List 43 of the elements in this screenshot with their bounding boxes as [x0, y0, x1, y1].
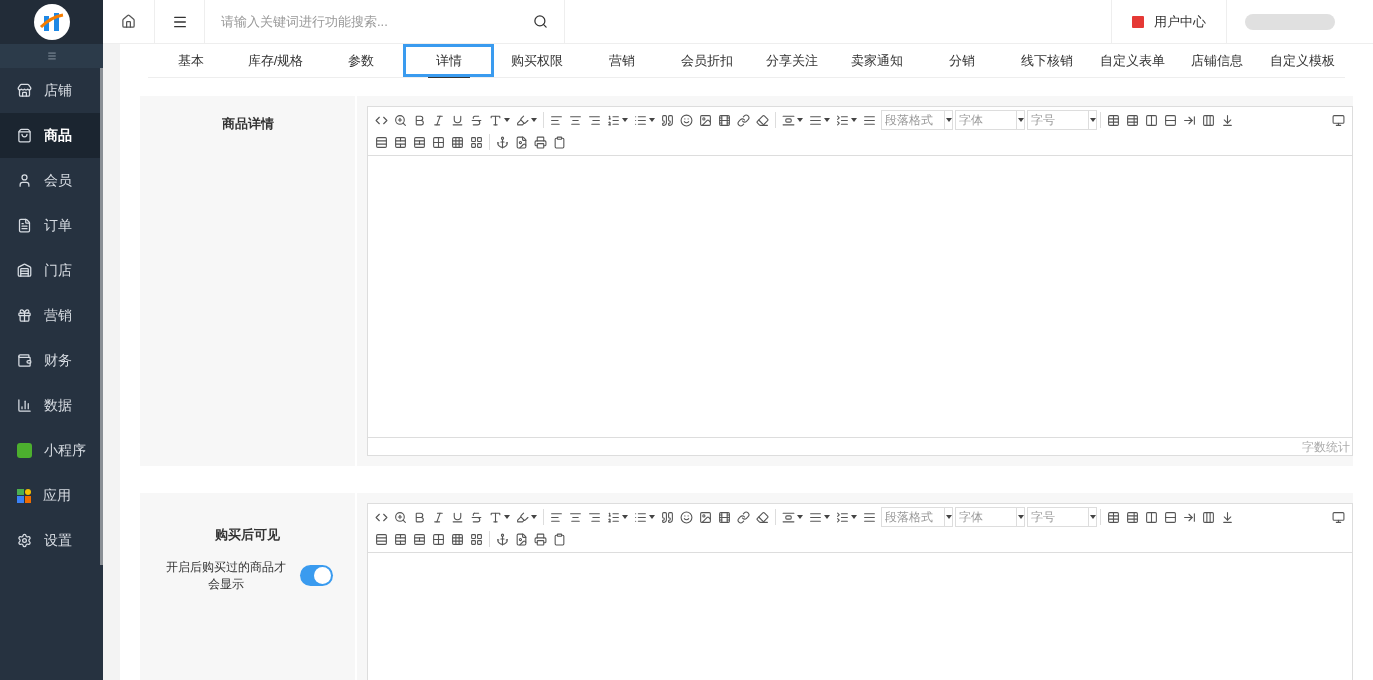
user-icon — [17, 173, 32, 188]
sidebar-item[interactable]: 财务 — [0, 338, 103, 383]
tab[interactable]: 参数 — [318, 44, 404, 77]
shop-icon — [17, 263, 32, 278]
tab[interactable]: 会员折扣 — [664, 44, 750, 77]
tab[interactable]: 基本 — [148, 44, 234, 77]
sidebar-item[interactable]: 会员 — [0, 158, 103, 203]
sidebar-item[interactable]: 门店 — [0, 248, 103, 293]
bar-chart-icon — [17, 398, 32, 413]
mini-program-icon — [17, 443, 32, 458]
tab[interactable]: 店铺信息 — [1174, 44, 1260, 77]
sidebar-item[interactable]: 小程序 — [0, 428, 103, 473]
sidebar-item[interactable]: 营销 — [0, 293, 103, 338]
field-label: 商品详情 — [221, 115, 274, 133]
apps-icon — [17, 488, 31, 503]
user-center-link[interactable]: 用户中心 — [1111, 0, 1227, 43]
toggle-description: 开启后购买过的商品才会显示 — [165, 558, 287, 593]
tab[interactable]: 营销 — [579, 44, 665, 77]
settings-icon — [17, 533, 32, 548]
tab[interactable]: 线下核销 — [1004, 44, 1090, 77]
logo-icon — [33, 4, 70, 40]
word-count-label: 字数统计 — [1302, 438, 1350, 456]
tab[interactable]: 自定义模板 — [1260, 44, 1346, 77]
visibility-toggle[interactable] — [300, 565, 333, 586]
tab[interactable]: 分销 — [919, 44, 1005, 77]
tab[interactable]: 卖家通知 — [834, 44, 920, 77]
search-icon[interactable] — [533, 14, 548, 29]
tab[interactable]: 详情 — [403, 44, 495, 77]
sidebar-item[interactable]: 商品 — [0, 113, 103, 158]
gift-icon — [17, 308, 32, 323]
tab[interactable]: 分享关注 — [749, 44, 835, 77]
sidebar-item[interactable]: 订单 — [0, 203, 103, 248]
tab[interactable]: 自定义表单 — [1089, 44, 1175, 77]
field-label: 购买后可见 — [215, 526, 280, 544]
sidebar-item[interactable]: 店铺 — [0, 68, 103, 113]
sidebar-item[interactable]: 数据 — [0, 383, 103, 428]
sidebar-item[interactable]: 设置 — [0, 518, 103, 563]
tab[interactable]: 购买权限 — [494, 44, 580, 77]
store-icon — [17, 83, 32, 98]
search-field[interactable]: 请输入关键词进行功能搜索... — [221, 11, 533, 32]
bag-icon — [17, 128, 32, 143]
document-icon — [17, 218, 32, 233]
tab[interactable]: 库存/规格 — [233, 44, 319, 77]
